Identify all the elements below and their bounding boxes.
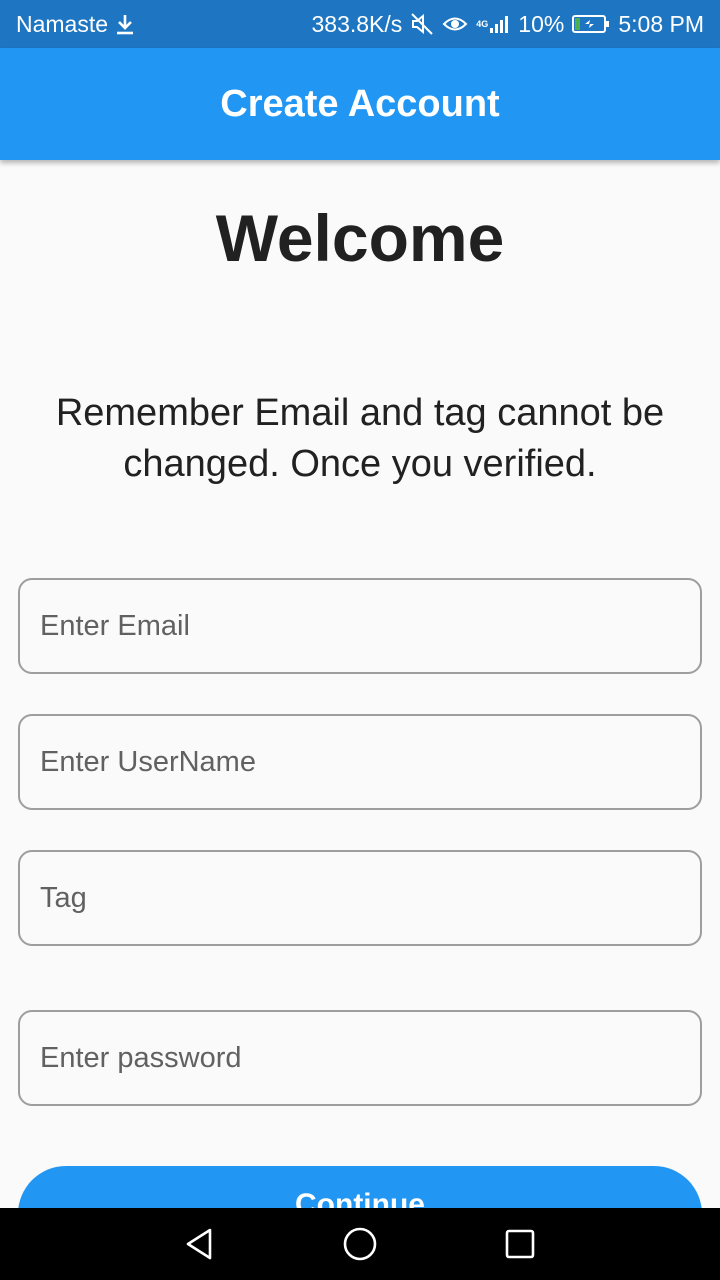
create-account-form: Welcome Remember Email and tag cannot be… [0,160,720,1208]
password-field[interactable] [18,1010,702,1106]
mute-icon [410,12,434,36]
status-bar-right: 383.8K/s 4G 10% 5:08 PM [311,11,704,38]
username-input[interactable] [40,745,680,779]
email-field[interactable] [18,578,702,674]
signal-icon: 4G [476,13,510,35]
email-input[interactable] [40,609,680,643]
tag-field[interactable] [18,850,702,946]
home-circle-icon[interactable] [342,1226,378,1262]
eye-comfort-icon [442,13,468,35]
carrier-name: Namaste [16,10,109,37]
status-bar-left: Namaste [16,11,136,38]
app-bar-title: Create Account [220,82,500,125]
battery-charging-icon [572,14,610,34]
clock: 5:08 PM [618,10,704,37]
net-speed: 383.8K/s [311,10,403,37]
password-input[interactable] [40,1041,680,1075]
status-bar: Namaste 383.8K/s 4G 10% 5:08 PM [0,0,720,48]
download-icon [114,13,136,35]
battery-percent: 10% [518,10,565,37]
system-nav-bar [0,1208,720,1280]
notice-text: Remember Email and tag cannot be changed… [55,392,665,485]
continue-button[interactable]: Continue [18,1166,702,1208]
tag-input[interactable] [40,881,680,915]
back-triangle-icon[interactable] [182,1226,218,1262]
welcome-heading: Welcome [215,201,505,275]
app-bar: Create Account [0,48,720,160]
network-type-label: 4G [476,19,489,29]
username-field[interactable] [18,714,702,810]
recent-apps-square-icon[interactable] [502,1226,538,1262]
